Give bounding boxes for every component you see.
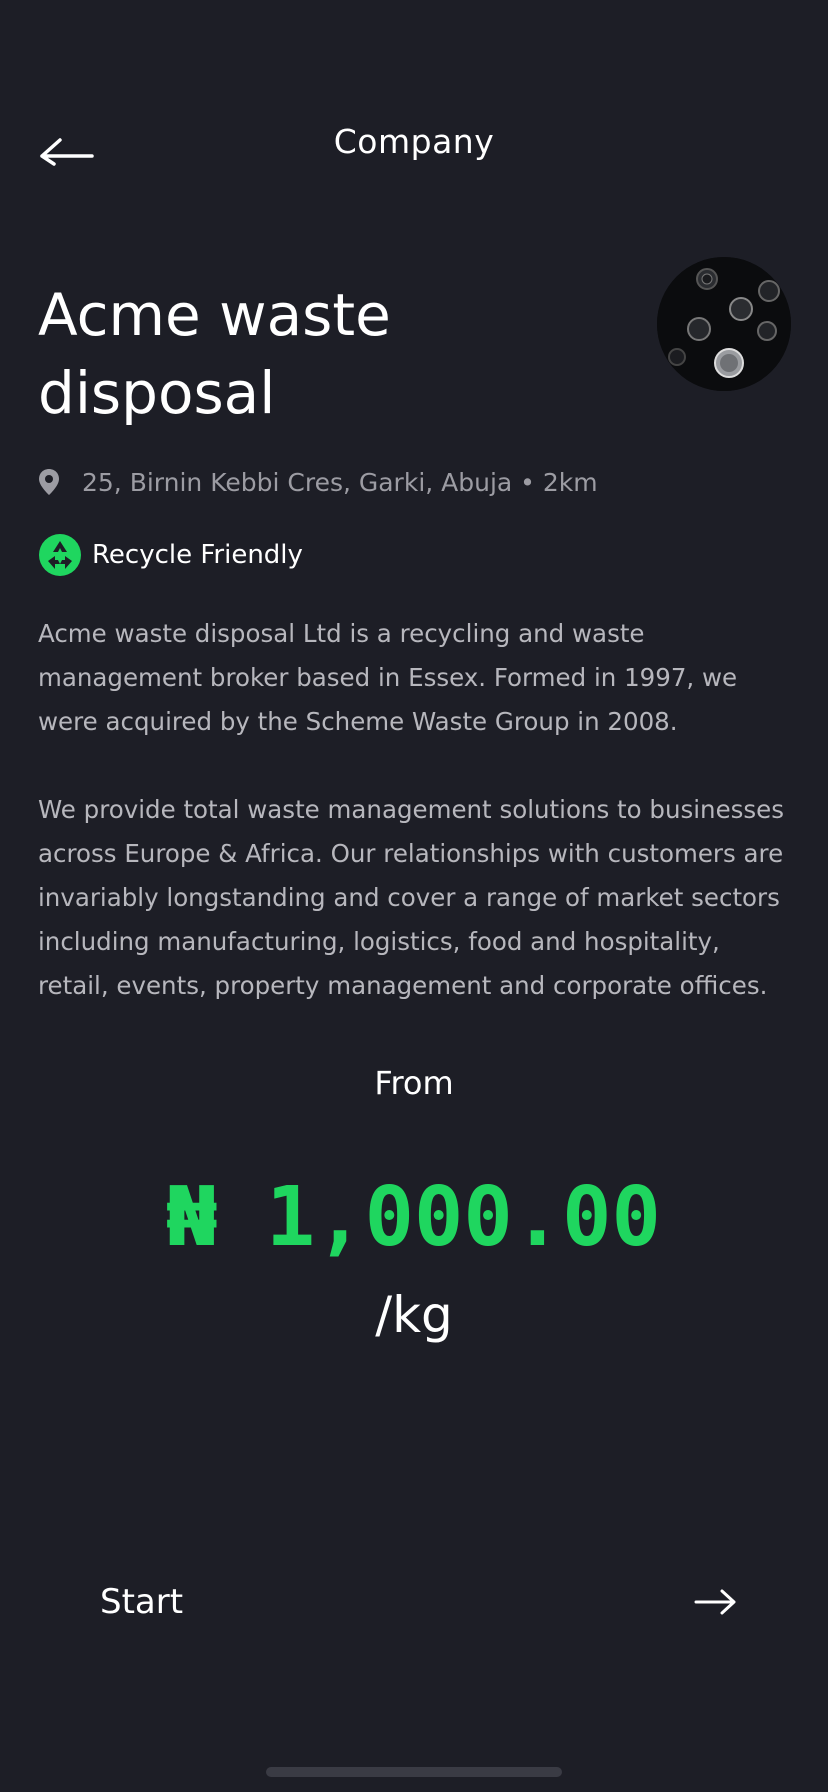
recycle-icon <box>39 534 81 576</box>
start-button[interactable]: Start <box>60 1560 768 1644</box>
description-paragraph: Acme waste disposal Ltd is a recycling a… <box>38 619 738 736</box>
address-text: 25, Birnin Kebbi Cres, Garki, Abuja • 2k… <box>82 467 598 497</box>
price-value: ₦ 1,000.00 <box>167 1170 661 1265</box>
recycle-badge: Recycle Friendly <box>38 532 303 578</box>
start-label: Start <box>100 1582 184 1622</box>
company-description: Acme waste disposal Ltd is a recycling a… <box>38 612 790 1052</box>
arrow-right-icon <box>694 1589 736 1615</box>
company-screen: Company Acme waste disposal 25, Birnin K… <box>0 0 828 1792</box>
page-title: Company <box>333 122 495 161</box>
home-indicator[interactable] <box>266 1767 562 1777</box>
address-row: 25, Birnin Kebbi Cres, Garki, Abuja • 2k… <box>38 464 598 500</box>
company-name: Acme waste disposal <box>38 281 391 427</box>
price-unit: /kg <box>375 1286 453 1344</box>
company-logo <box>657 257 791 391</box>
description-paragraph: We provide total waste management soluti… <box>38 795 785 1000</box>
location-pin-icon <box>39 469 59 495</box>
badge-label: Recycle Friendly <box>92 540 303 570</box>
from-label: From <box>374 1064 454 1102</box>
